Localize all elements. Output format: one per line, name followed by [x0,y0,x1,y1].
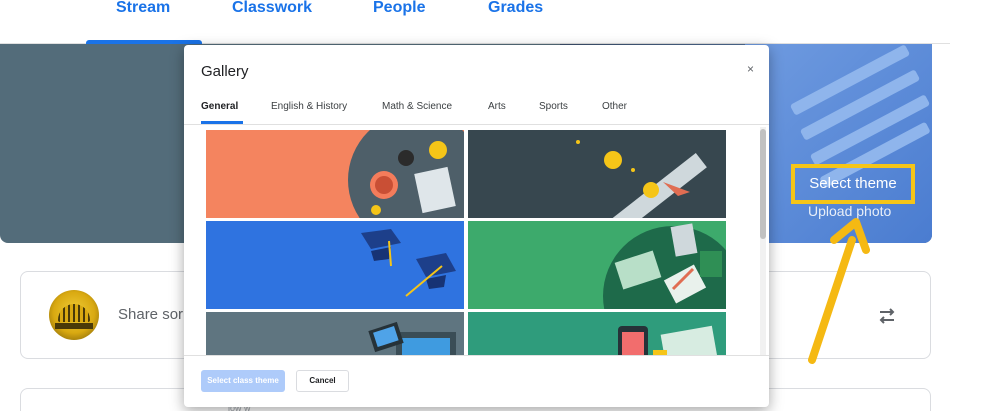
annotation-arrow [808,218,870,364]
theme-graduation-caps[interactable] [206,221,464,309]
tab-grades[interactable]: Grades [488,0,543,20]
theme-diploma[interactable] [468,130,726,218]
classroom-page: Stream Classwork People Grades Select th… [0,0,989,411]
select-theme-button[interactable]: Select theme [791,164,915,204]
class-nav: Stream Classwork People Grades [0,0,950,44]
theme-tea-books[interactable] [206,130,464,218]
select-class-theme-button[interactable]: Select class theme [201,370,285,392]
dialog-divider [184,124,769,125]
dialog-title: Gallery [201,63,249,80]
theme-phone[interactable] [468,312,726,355]
theme-laptop[interactable] [206,312,464,355]
share-input-placeholder[interactable]: Share sor [118,306,183,323]
avatar [49,290,99,340]
theme-grid [206,130,726,355]
theme-grid-scrollbar-thumb[interactable] [760,129,766,239]
dialog-footer-divider [184,355,769,356]
tab-math-science[interactable]: Math & Science [382,101,452,112]
tab-general[interactable]: General [201,101,238,112]
cancel-button[interactable]: Cancel [296,370,349,392]
theme-notebooks[interactable] [468,221,726,309]
tab-sports[interactable]: Sports [539,101,568,112]
tab-arts[interactable]: Arts [488,101,506,112]
tab-other[interactable]: Other [602,101,627,112]
gallery-dialog: Gallery × General English & History Math… [184,45,769,407]
close-icon[interactable]: × [747,62,754,76]
tab-english-history[interactable]: English & History [271,101,347,112]
tab-people[interactable]: People [373,0,425,20]
tab-stream[interactable]: Stream [116,0,170,20]
tab-classwork[interactable]: Classwork [232,0,312,20]
